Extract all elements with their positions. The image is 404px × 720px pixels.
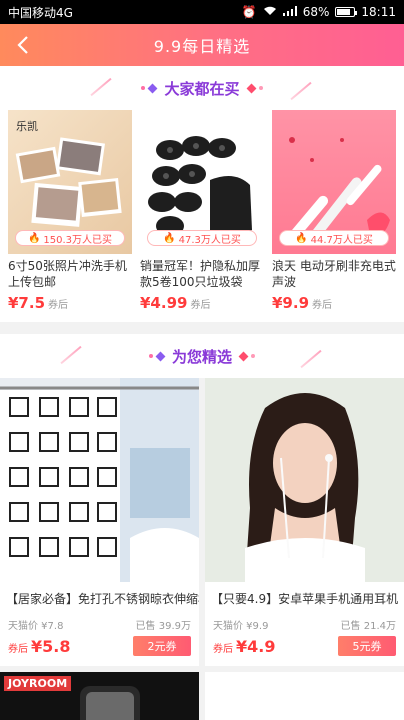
product-name: 【居家必备】免打孔不锈钢晾衣伸缩杆 — [6, 592, 199, 606]
product-card[interactable]: 🔥 44.7万人已买 浪天 电动牙刷非充电式声波 ¥9.9 券后 — [272, 110, 396, 312]
decor-left — [141, 83, 158, 93]
price-row: 券后 ¥4.9 5元券 — [205, 632, 404, 666]
product-image-photos: 乐凯 🔥 150.3万人已买 — [8, 110, 132, 254]
signal-icon — [282, 5, 297, 19]
sold-badge: 🔥 47.3万人已买 — [147, 230, 257, 246]
section-for-you: 为您精选 — [0, 334, 404, 378]
product-name: 6寸50张照片冲洗手机上传包邮 — [8, 259, 127, 289]
price: ¥4.99 券后 — [140, 294, 211, 312]
coupon-price: 券后 ¥5.8 — [8, 636, 71, 656]
decor-right — [246, 83, 263, 93]
sold-count: 已售 39.9万 — [135, 621, 191, 632]
brand-label: 乐凯 — [16, 120, 38, 133]
recommended-products: 【居家必备】免打孔不锈钢晾衣伸缩杆 天猫价 ¥7.8 已售 39.9万 券后 ¥… — [0, 378, 404, 666]
product-meta: 天猫价 ¥9.9 已售 21.4万 — [205, 607, 404, 632]
decor-left — [148, 351, 166, 361]
product-card[interactable] — [205, 672, 404, 720]
product-name: 浪天 电动牙刷非充电式声波 — [272, 259, 396, 289]
hot-products: 乐凯 🔥 150.3万人已买 6寸50张照片冲洗手机上传包邮 ¥7.5 券后 🔥… — [0, 110, 404, 322]
battery-icon — [335, 7, 358, 17]
status-icons: ⏰ 68% 18:11 — [242, 5, 396, 19]
next-products-peek: JOYROOM — [0, 672, 404, 720]
flame-icon: 🔥 — [295, 232, 308, 244]
product-image-shower-curtain — [0, 378, 199, 582]
back-button[interactable] — [10, 32, 36, 58]
sold-badge: 🔥 44.7万人已买 — [279, 230, 389, 246]
product-name: 销量冠军！护隐私加厚款5卷100只垃圾袋 — [140, 259, 261, 289]
price: ¥9.9 券后 — [272, 294, 333, 312]
original-price: 天猫价 ¥7.8 — [8, 621, 64, 632]
sold-count: 已售 21.4万 — [340, 621, 396, 632]
sold-badge: 🔥 150.3万人已买 — [15, 230, 125, 246]
section-everyone-buying: 大家都在买 乐凯 🔥 150.3万人已买 6寸50张照片冲洗手机上传包邮 ¥7.… — [0, 66, 404, 322]
chevron-left-icon — [17, 36, 28, 54]
product-card[interactable]: 乐凯 🔥 150.3万人已买 6寸50张照片冲洗手机上传包邮 ¥7.5 券后 — [8, 110, 132, 312]
decor-right — [238, 351, 255, 361]
product-card[interactable]: 🔥 47.3万人已买 销量冠军！护隐私加厚款5卷100只垃圾袋 ¥4.99 券后 — [140, 110, 264, 312]
price-row: 券后 ¥5.8 2元券 — [0, 632, 199, 666]
coupon-price: 券后 ¥4.9 — [213, 636, 276, 656]
alarm-icon: ⏰ — [241, 5, 257, 19]
section-header: 大家都在买 — [0, 66, 404, 110]
coupon-button[interactable]: 5元券 — [338, 636, 396, 656]
coupon-button[interactable]: 2元券 — [133, 636, 191, 656]
product-image-earphones — [205, 378, 404, 582]
product-name: 【只要4.9】安卓苹果手机通用耳机 — [211, 592, 399, 606]
page-title: 9.9每日精选 — [153, 37, 251, 56]
app-header: 9.9每日精选 — [0, 24, 404, 66]
product-card[interactable]: 【居家必备】免打孔不锈钢晾衣伸缩杆 天猫价 ¥7.8 已售 39.9万 券后 ¥… — [0, 378, 199, 666]
battery-percent: 68% — [302, 5, 330, 19]
clock: 18:11 — [361, 5, 396, 19]
product-image-toothbrush: 🔥 44.7万人已买 — [272, 110, 396, 254]
flame-icon: 🔥 — [27, 232, 41, 244]
price: ¥7.5 券后 — [8, 294, 69, 312]
section-header: 为您精选 — [0, 334, 404, 378]
original-price: 天猫价 ¥9.9 — [213, 621, 269, 632]
status-bar: 中国移动4G ⏰ 68% 18:11 — [0, 0, 404, 24]
product-card[interactable]: JOYROOM — [0, 672, 199, 720]
brand-label: JOYROOM — [4, 676, 72, 691]
product-card[interactable]: 【只要4.9】安卓苹果手机通用耳机 天猫价 ¥9.9 已售 21.4万 券后 ¥… — [205, 378, 404, 666]
carrier-label: 中国移动4G — [8, 5, 73, 20]
section-title: 为您精选 — [171, 347, 232, 366]
wifi-icon — [263, 5, 277, 19]
flame-icon: 🔥 — [163, 232, 176, 244]
product-image-trash-bags: 🔥 47.3万人已买 — [140, 110, 264, 254]
product-meta: 天猫价 ¥7.8 已售 39.9万 — [0, 607, 199, 632]
section-title: 大家都在买 — [164, 79, 240, 98]
